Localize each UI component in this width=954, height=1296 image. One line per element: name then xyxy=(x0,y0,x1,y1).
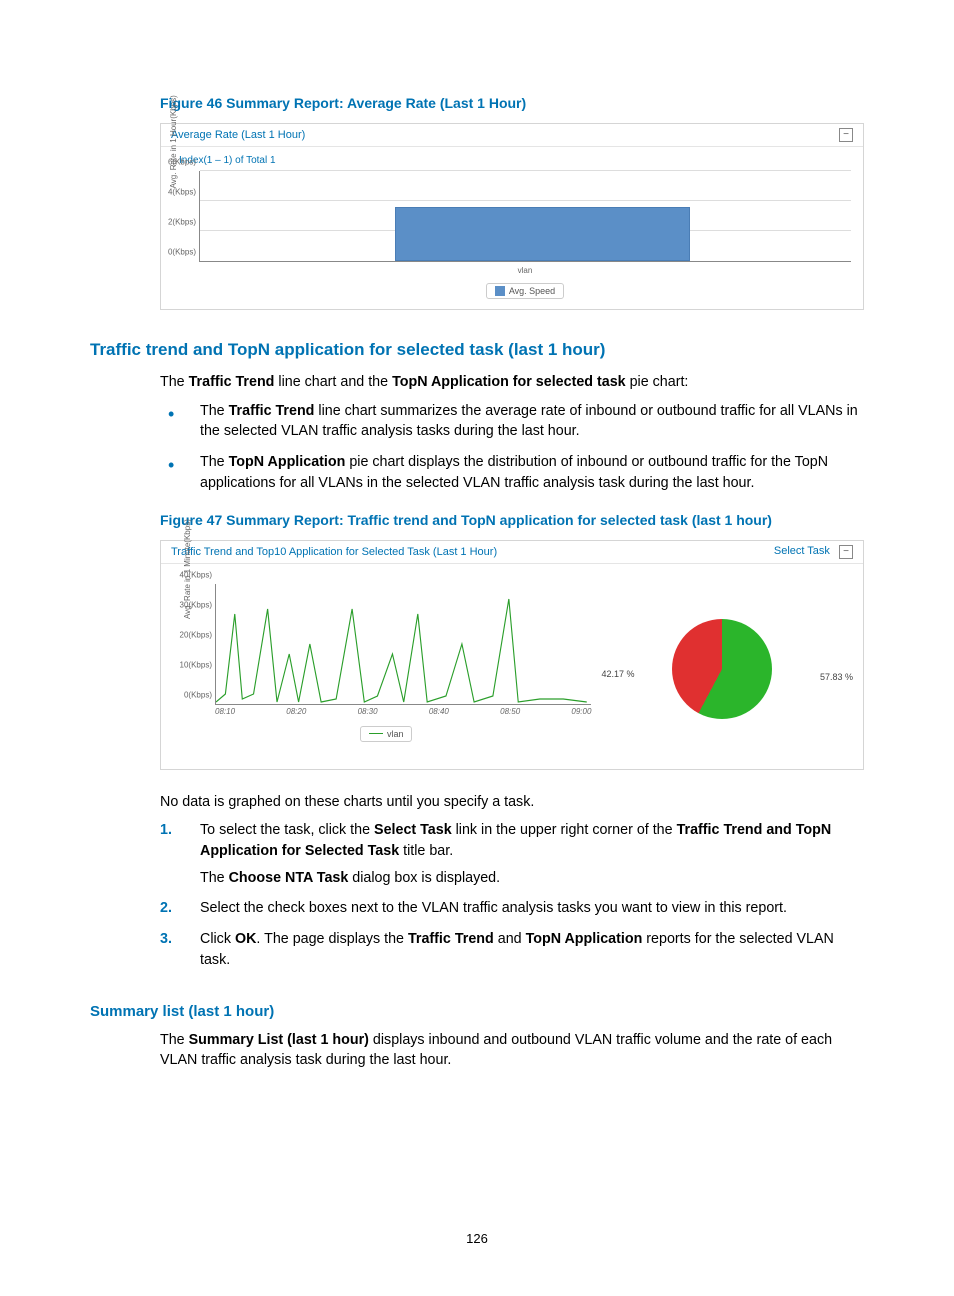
y-tick: 30(Kbps) xyxy=(176,600,212,609)
figure-47-pie-chart: 42.17 % 57.83 % xyxy=(601,584,843,754)
figure-46-title: Average Rate (Last 1 Hour) xyxy=(171,129,305,141)
index-label: Index(1 – 1) of Total 1 xyxy=(179,155,851,166)
figure-47-panel: Traffic Trend and Top10 Application for … xyxy=(160,540,864,770)
figure-47-header: Traffic Trend and Top10 Application for … xyxy=(161,541,863,564)
legend-line-swatch xyxy=(369,733,383,734)
figure-47-line-chart: Avg. Rate in 1 Minute(Kbps) 0(Kbps) 10(K… xyxy=(181,584,591,754)
y-tick: 10(Kbps) xyxy=(176,660,212,669)
x-tick: 09:00 xyxy=(571,707,591,716)
traffic-intro: The Traffic Trend line chart and the Top… xyxy=(160,372,864,393)
x-tick: 08:10 xyxy=(215,707,235,716)
figure-47-title: Traffic Trend and Top10 Application for … xyxy=(171,546,497,558)
y-tick: 6(Kbps) xyxy=(160,158,196,167)
pie-label-right: 57.83 % xyxy=(820,672,853,682)
x-tick: 08:40 xyxy=(429,707,449,716)
figure-46-caption: Figure 46 Summary Report: Average Rate (… xyxy=(160,95,864,111)
no-data-text: No data is graphed on these charts until… xyxy=(160,792,864,813)
collapse-icon[interactable]: − xyxy=(839,545,853,559)
x-tick: 08:20 xyxy=(286,707,306,716)
y-tick: 4(Kbps) xyxy=(160,188,196,197)
legend: Avg. Speed xyxy=(486,283,564,299)
pie-label-left: 42.17 % xyxy=(601,669,634,679)
x-category: vlan xyxy=(199,266,851,275)
step-3: Click OK. The page displays the Traffic … xyxy=(160,929,864,980)
figure-46-header: Average Rate (Last 1 Hour) − xyxy=(161,124,863,147)
y-tick: 20(Kbps) xyxy=(176,630,212,639)
summary-para: The Summary List (last 1 hour) displays … xyxy=(160,1030,864,1071)
collapse-icon[interactable]: − xyxy=(839,128,853,142)
legend: vlan xyxy=(360,726,413,742)
x-tick: 08:30 xyxy=(358,707,378,716)
page-number: 126 xyxy=(0,1231,954,1246)
line-series-vlan xyxy=(216,599,587,702)
y-axis-label: Avg. Rate in 1 Hour(Kbps) xyxy=(169,95,178,188)
y-tick: 40(Kbps) xyxy=(176,570,212,579)
step-1: To select the task, click the Select Tas… xyxy=(160,820,864,898)
pie xyxy=(672,619,772,719)
y-tick: 2(Kbps) xyxy=(160,218,196,227)
figure-46-chart: Avg. Rate in 1 Hour(Kbps) 0(Kbps) 2(Kbps… xyxy=(173,171,851,299)
legend-label: vlan xyxy=(387,729,404,739)
bullet-traffic-trend: The Traffic Trend line chart summarizes … xyxy=(160,401,864,452)
heading-summary-list: Summary list (last 1 hour) xyxy=(90,1003,864,1020)
step-2: Select the check boxes next to the VLAN … xyxy=(160,898,864,929)
legend-swatch xyxy=(495,286,505,296)
y-tick: 0(Kbps) xyxy=(176,690,212,699)
bar-vlan xyxy=(395,207,690,261)
figure-47-caption: Figure 47 Summary Report: Traffic trend … xyxy=(160,512,864,528)
y-tick: 0(Kbps) xyxy=(160,248,196,257)
select-task-link[interactable]: Select Task xyxy=(774,545,830,557)
x-tick: 08:50 xyxy=(500,707,520,716)
legend-label: Avg. Speed xyxy=(509,286,555,296)
heading-traffic-trend: Traffic trend and TopN application for s… xyxy=(90,340,864,360)
bullet-topn-application: The TopN Application pie chart displays … xyxy=(160,452,864,503)
figure-46-panel: Average Rate (Last 1 Hour) − Index(1 – 1… xyxy=(160,123,864,310)
